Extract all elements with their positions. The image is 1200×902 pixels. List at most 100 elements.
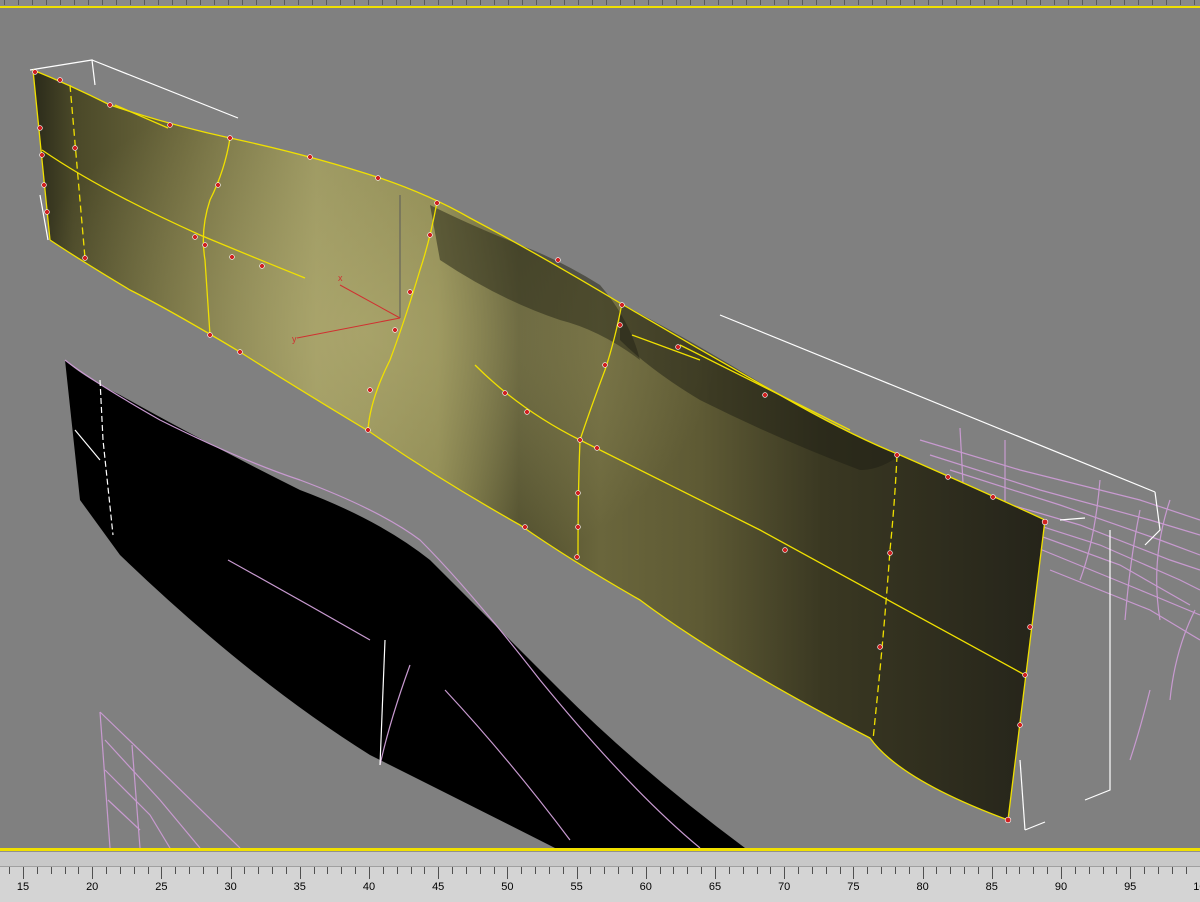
top-strip-tick <box>354 0 355 5</box>
top-strip-tick <box>620 0 621 5</box>
top-strip-tick <box>886 0 887 5</box>
ruler-minor-tick <box>64 867 66 874</box>
top-strip-tick <box>970 0 971 5</box>
ruler-minor-tick <box>258 867 260 874</box>
ruler-minor-tick <box>147 867 149 874</box>
top-strip-tick <box>172 0 173 5</box>
top-strip-tick <box>1082 0 1083 5</box>
ruler-minor-tick <box>50 867 52 874</box>
ruler-minor-tick <box>1157 867 1159 874</box>
top-strip-tick <box>704 0 705 5</box>
top-strip-tick <box>144 0 145 5</box>
top-strip-tick <box>718 0 719 5</box>
ruler-label: 60 <box>639 881 652 893</box>
top-strip-tick <box>494 0 495 5</box>
top-strip-tick <box>368 0 369 5</box>
ruler-label: 75 <box>847 881 860 893</box>
ruler-minor-tick <box>1144 867 1146 874</box>
top-strip-tick <box>228 0 229 5</box>
ruler-major-tick <box>784 867 786 879</box>
ruler-major-tick <box>161 867 163 879</box>
ruler-minor-tick <box>770 867 772 874</box>
top-strip-tick <box>760 0 761 5</box>
ruler-minor-tick <box>604 867 606 874</box>
ruler-label: 35 <box>293 881 306 893</box>
top-strip-tick <box>4 0 5 5</box>
ruler-major-tick <box>645 867 647 879</box>
ruler-label: 70 <box>778 881 791 893</box>
ruler-minor-tick <box>521 867 523 874</box>
ruler-major-tick <box>576 867 578 879</box>
top-strip-tick <box>872 0 873 5</box>
ruler-minor-tick <box>977 867 979 874</box>
ruler-minor-tick <box>936 867 938 874</box>
ruler-minor-tick <box>355 867 357 874</box>
top-strip-tick <box>592 0 593 5</box>
top-strip-tick <box>18 0 19 5</box>
ruler-minor-tick <box>479 867 481 874</box>
timeline-track[interactable]: 15 20 25 30 35 40 45 50 55 60 65 70 75 80 85 90 95 10 <box>0 866 1200 902</box>
top-strip-tick <box>606 0 607 5</box>
ruler-minor-tick <box>424 867 426 874</box>
ruler-minor-tick <box>410 867 412 874</box>
top-strip-tick <box>424 0 425 5</box>
ruler-minor-tick <box>1171 867 1173 874</box>
ruler-minor-tick <box>811 867 813 874</box>
ruler-minor-tick <box>673 867 675 874</box>
ruler-minor-tick <box>908 867 910 874</box>
top-strip-tick <box>1026 0 1027 5</box>
ruler-minor-tick <box>1005 867 1007 874</box>
ruler-minor-tick <box>535 867 537 874</box>
ruler-minor-tick <box>1116 867 1118 874</box>
ruler-minor-tick <box>548 867 550 874</box>
top-strip-tick <box>1096 0 1097 5</box>
ruler-minor-tick <box>272 867 274 874</box>
top-strip-tick <box>298 0 299 5</box>
top-strip-tick <box>746 0 747 5</box>
top-strip-tick <box>1194 0 1195 5</box>
ruler-minor-tick <box>465 867 467 874</box>
ruler-minor-tick <box>1033 867 1035 874</box>
ruler-minor-tick <box>189 867 191 874</box>
top-strip-tick <box>900 0 901 5</box>
ruler-minor-tick <box>1047 867 1049 874</box>
ruler-major-tick <box>1130 867 1132 879</box>
ruler-minor-tick <box>382 867 384 874</box>
top-strip-tick <box>858 0 859 5</box>
ruler-minor-tick <box>798 867 800 874</box>
top-strip-tick <box>284 0 285 5</box>
ruler-minor-tick <box>562 867 564 874</box>
ruler-minor-tick <box>119 867 121 874</box>
ruler-label: 15 <box>16 881 30 893</box>
ruler-minor-tick <box>202 867 204 874</box>
ruler-minor-tick <box>36 867 38 874</box>
ruler-minor-tick <box>894 867 896 874</box>
top-strip-tick <box>1138 0 1139 5</box>
ruler-major-tick <box>922 867 924 879</box>
perspective-viewport[interactable]: x y <box>0 8 1200 848</box>
top-strip-tick <box>102 0 103 5</box>
top-strip-tick <box>396 0 397 5</box>
top-strip-tick <box>508 0 509 5</box>
ruler-label: 65 <box>708 881 722 893</box>
top-strip-tick <box>522 0 523 5</box>
ruler-minor-tick <box>756 867 758 874</box>
top-strip-tick <box>536 0 537 5</box>
ruler-minor-tick <box>175 867 177 874</box>
app-window: x y 15 20 25 30 35 40 45 50 55 60 65 70 75 80 85 90 95 10 <box>0 0 1200 902</box>
top-strip-tick <box>60 0 61 5</box>
top-strip-tick <box>998 0 999 5</box>
ruler-label: 90 <box>1054 881 1068 893</box>
timeline-ruler[interactable]: 15 20 25 30 35 40 45 50 55 60 65 70 75 80 85 90 95 10 <box>0 851 1200 902</box>
top-strip-tick <box>578 0 579 5</box>
top-strip-tick <box>438 0 439 5</box>
ruler-major-tick <box>369 867 370 879</box>
viewport-canvas[interactable]: x y <box>0 8 1200 848</box>
ruler-minor-tick <box>839 867 841 874</box>
ruler-major-tick <box>507 867 509 879</box>
ruler-minor-tick <box>825 867 827 874</box>
top-strip-tick <box>382 0 383 5</box>
ruler-minor-tick <box>742 867 744 874</box>
ruler-major-tick <box>299 867 301 879</box>
top-strip-tick <box>1068 0 1069 5</box>
